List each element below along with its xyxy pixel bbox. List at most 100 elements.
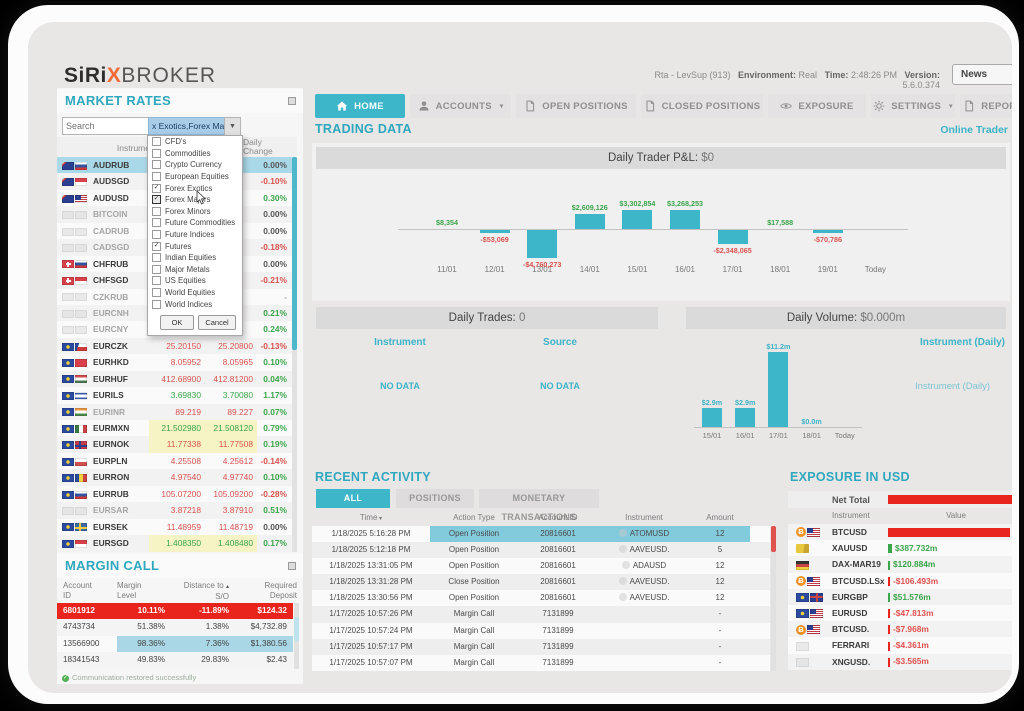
tab-settings[interactable]: SETTINGS▾ [871,94,955,118]
filter-option[interactable]: Future Indices [148,229,242,241]
checkbox[interactable] [152,300,161,309]
instrument-filter-select[interactable]: x Exotics,Forex Majors [148,117,229,135]
market-rate-row[interactable]: EURMXN21.50298021.5081200.79% [57,420,297,436]
activity-row[interactable]: 1/17/2025 10:57:24 PMMargin Call7131899- [312,623,770,639]
activity-row[interactable]: 1/18/2025 5:16:28 PMOpen Position2081660… [312,526,770,542]
checkbox[interactable] [152,242,161,251]
market-rate-row[interactable]: EURSEK11.4895911.487190.00% [57,519,297,535]
market-rate-row[interactable]: EURRON4.975404.977400.10% [57,469,297,485]
activity-row[interactable]: 1/18/2025 13:30:56 PMOpen Position208166… [312,590,770,606]
scrollbar-thumb[interactable] [292,157,297,350]
exposure-row[interactable]: EURUSD-$47.813m [788,605,1012,621]
filter-option[interactable]: Indian Equities [148,252,242,264]
pnl-bar[interactable] [527,230,557,258]
checkbox[interactable] [152,276,161,285]
checkbox[interactable] [152,230,161,239]
volume-bar[interactable] [768,352,788,427]
ra-col-header[interactable]: Account ID [518,510,598,527]
filter-option[interactable]: Commodities [148,148,242,160]
market-rate-row[interactable]: EURINR89.21989.2270.07% [57,404,297,420]
exposure-row[interactable]: XNGUSD.-$3.565m [788,654,1012,670]
activity-tab-all[interactable]: ALL [316,489,390,508]
ra-col-header[interactable]: Amount [690,510,750,527]
filter-option[interactable]: World Equities [148,287,242,299]
exposure-row[interactable]: EURGBP$51.576m [788,589,1012,605]
tab-open-positions[interactable]: OPEN POSITIONS [516,94,636,118]
tab-exposure[interactable]: EXPOSURE [768,94,866,118]
market-rates-scrollbar[interactable] [292,157,297,552]
checkbox[interactable] [152,149,161,158]
checkbox[interactable] [152,253,161,262]
filter-option[interactable]: Forex Majors [148,194,242,206]
tab-reports[interactable]: REPORTS▾ [960,94,1012,118]
activity-row[interactable]: 1/17/2025 10:57:07 PMMargin Call7131899- [312,655,770,671]
ra-col-header[interactable]: Time ▾ [312,510,430,527]
market-rate-row[interactable]: EURHUF412.68900412.812000.04% [57,371,297,387]
ra-col-header[interactable]: Instrument [598,510,690,527]
filter-option[interactable]: CFD's [148,136,242,148]
checkbox[interactable] [152,172,161,181]
pnl-bar[interactable] [622,210,652,229]
exposure-row[interactable]: XAUUSD$387.732m [788,540,1012,556]
market-rate-row[interactable]: EURSGD1.4083501.4084800.17% [57,535,297,551]
activity-row[interactable]: 1/18/2025 13:31:05 PMOpen Position208166… [312,558,770,574]
margin-call-scrollbar[interactable] [294,603,299,669]
activity-row[interactable]: 1/18/2025 13:31:28 PMClose Position20816… [312,574,770,590]
activity-row[interactable]: 1/17/2025 10:57:17 PMMargin Call7131899- [312,639,770,655]
margin-call-row[interactable]: 474373451.38%1.38%$4,732.89 [57,619,293,635]
detach-icon[interactable] [288,97,296,105]
pnl-bar[interactable] [670,210,700,229]
tab-accounts[interactable]: ACCOUNTS▾ [410,94,511,118]
activity-tab-monetary-transactions[interactable]: MONETARY TRANSACTIONS [479,489,599,508]
volume-bar[interactable] [702,408,722,427]
market-rate-row[interactable]: EURRUB105.07200105.09200-0.28% [57,486,297,502]
activity-row[interactable]: 1/18/2025 5:12:18 PMOpen Position2081660… [312,542,770,558]
online-trader-link[interactable]: Online Trader [900,124,1008,136]
pnl-bar[interactable] [813,230,843,233]
filter-dropdown-button[interactable]: ▼ [224,117,241,137]
recent-activity-scrollbar[interactable] [771,526,776,671]
scrollbar-thumb[interactable] [294,617,299,641]
search-input[interactable] [62,117,150,135]
market-rate-row[interactable]: EURPLN4.255084.25612-0.14% [57,453,297,469]
filter-option[interactable]: European Equities [148,171,242,183]
checkbox[interactable] [152,265,161,274]
filter-option[interactable]: Forex Exotics [148,182,242,194]
market-rate-row[interactable]: EURCZK25.2015025.20800-0.13% [57,338,297,354]
exposure-row[interactable]: FERRARI-$4.361m [788,637,1012,653]
filter-option[interactable]: Future Commodities [148,217,242,229]
pnl-bar[interactable] [718,230,748,244]
market-rate-row[interactable]: EURHKD8.059528.059650.10% [57,354,297,370]
checkbox[interactable] [152,195,161,204]
filter-option[interactable]: World Indices [148,298,242,310]
volume-bar[interactable] [735,408,755,427]
ra-col-header[interactable]: Action Type [430,510,518,527]
exposure-row[interactable]: ɃBTCUSD-$11,349.285 [788,524,1012,540]
checkbox[interactable] [152,160,161,169]
pnl-bar[interactable] [575,214,605,229]
filter-option[interactable]: US Equities [148,275,242,287]
market-rate-row[interactable]: EURILS3.698303.700801.17% [57,387,297,403]
filter-option[interactable]: Crypto Currency [148,159,242,171]
filter-cancel-button[interactable]: Cancel [198,315,236,330]
filter-option[interactable]: Forex Minors [148,206,242,218]
activity-tab-positions[interactable]: POSITIONS [396,489,474,508]
tab-closed-positions[interactable]: CLOSED POSITIONS [641,94,763,118]
filter-option[interactable]: Major Metals [148,264,242,276]
filter-ok-button[interactable]: OK [160,315,194,330]
margin-call-row[interactable]: 680191210.11%-11.89%$124.32 [57,603,293,619]
filter-option[interactable]: Futures [148,240,242,252]
checkbox[interactable] [152,207,161,216]
exposure-row[interactable]: DAX-MAR19$120.884m [788,556,1012,572]
detach-icon[interactable] [288,562,296,570]
checkbox[interactable] [152,137,161,146]
pnl-bar[interactable] [480,230,510,233]
exposure-row[interactable]: ɃBTCUSD.-$7.968m [788,621,1012,637]
tab-home[interactable]: HOME [315,94,405,118]
market-rate-row[interactable]: EURNOK11.7733811.775080.19% [57,436,297,452]
margin-call-row[interactable]: 1356690098.36%7.36%$1,380.56 [57,636,293,652]
margin-call-row[interactable]: 1834154349.83%29.83%$2.43 [57,652,293,668]
mc-col-header[interactable]: Distance to ▴S/O [171,578,235,602]
market-rate-row[interactable]: EURSAR3.872183.879100.51% [57,502,297,518]
checkbox[interactable] [152,218,161,227]
